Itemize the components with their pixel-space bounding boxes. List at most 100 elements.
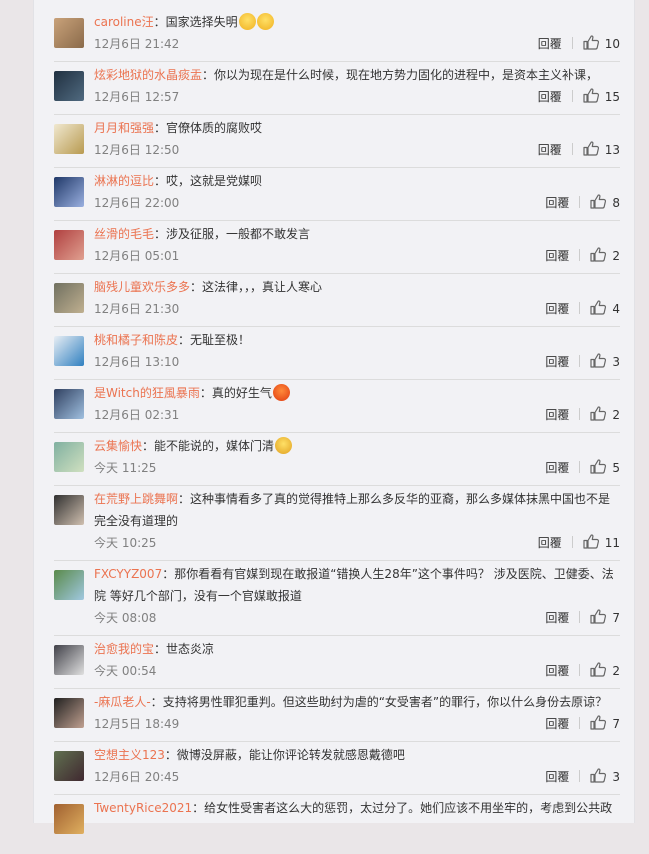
comment-text-line: TwentyRice2021：给女性受害者这么大的惩罚，太过分了。她们应该不用坐… (94, 797, 620, 819)
username-link[interactable]: 治愈我的宝 (94, 642, 154, 656)
like-button[interactable]: 8 (590, 194, 620, 210)
comment-item: 空想主义123：微博没屏蔽，能让你评论转发就感恩戴德吧 12月6日 20:45 回覆… (54, 741, 620, 795)
username-link[interactable]: 云集愉快 (94, 439, 142, 453)
avatar[interactable] (54, 124, 84, 154)
avatar[interactable] (54, 177, 84, 207)
reply-button[interactable]: 回覆 (545, 249, 569, 263)
comment-meta: 12月6日 21:42 回覆 10 (94, 33, 620, 55)
timestamp: 12月5日 18:49 (94, 717, 180, 731)
username-link[interactable]: 丝滑的毛毛 (94, 227, 154, 241)
reply-button[interactable]: 回覆 (545, 611, 569, 625)
colon-separator: ： (202, 68, 215, 82)
colon-separator: ： (150, 695, 163, 709)
action-divider (571, 37, 573, 49)
colon-separator: ： (154, 227, 167, 241)
avatar[interactable] (54, 18, 84, 48)
avatar[interactable] (54, 570, 84, 600)
comment-item: FXCYYZ007：那你看看有官媒到现在敢报道“错换人生28年”这个事件吗？ 涉… (54, 560, 620, 636)
comment-meta: 12月6日 12:50 回覆 13 (94, 139, 620, 161)
like-button[interactable]: 11 (583, 534, 620, 550)
thumbs-up-icon (590, 768, 607, 784)
reply-button[interactable]: 回覆 (545, 770, 569, 784)
comment-text: 支持将男性罪犯重判。但这些助纣为虐的“女受害者”的罪行，你以什么身份去原谅？ (162, 695, 608, 709)
comment-meta: 今天 08:08 回覆 7 (94, 607, 620, 629)
reply-button[interactable]: 回覆 (545, 355, 569, 369)
avatar[interactable] (54, 698, 84, 728)
laugh-emoji (256, 13, 274, 30)
avatar[interactable] (54, 442, 84, 472)
avatar[interactable] (54, 230, 84, 260)
username-link[interactable]: 炫彩地狱的水晶痰盂 (94, 68, 202, 82)
comment-meta: 12月6日 12:57 回覆 15 (94, 86, 620, 108)
cry-emoji (275, 437, 293, 454)
thumbs-up-icon (590, 459, 607, 475)
username-link[interactable]: 桃和橘子和陈皮 (94, 333, 178, 347)
reply-button[interactable]: 回覆 (538, 536, 562, 550)
comment-actions: 回覆 10 (538, 33, 620, 55)
reply-button[interactable]: 回覆 (545, 717, 569, 731)
comment-text: 官僚体质的腐败哎 (166, 121, 263, 135)
like-button[interactable]: 2 (590, 406, 620, 422)
like-button[interactable]: 5 (590, 459, 620, 475)
username-link[interactable]: -麻瓜老人- (94, 695, 151, 709)
avatar[interactable] (54, 645, 84, 675)
username-link[interactable]: 空想主义123 (94, 748, 165, 762)
username-link[interactable]: 月月和强强 (94, 121, 154, 135)
like-button[interactable]: 7 (590, 609, 620, 625)
reply-button[interactable]: 回覆 (545, 408, 569, 422)
avatar[interactable] (54, 389, 84, 419)
timestamp: 今天 00:54 (94, 664, 157, 678)
username-link[interactable]: 脑残儿童欢乐多多 (94, 280, 190, 294)
comment-text: 涉及征服，一般都不敢发言 (166, 227, 311, 241)
thumbs-up-icon (590, 300, 607, 316)
like-button[interactable]: 3 (590, 768, 620, 784)
reply-button[interactable]: 回覆 (538, 90, 562, 104)
reply-button[interactable]: 回覆 (545, 461, 569, 475)
like-button[interactable]: 2 (590, 662, 620, 678)
thumbs-up-icon (590, 194, 607, 210)
comment-text-line: -麻瓜老人-：支持将男性罪犯重判。但这些助纣为虐的“女受害者”的罪行，你以什么身… (94, 691, 620, 713)
like-button[interactable]: 13 (583, 141, 620, 157)
reply-button[interactable]: 回覆 (545, 196, 569, 210)
thumbs-up-icon (583, 141, 599, 157)
username-link[interactable]: 在荒野上跳舞啊 (94, 492, 178, 506)
avatar[interactable] (54, 71, 84, 101)
timestamp: 12月6日 21:30 (94, 302, 180, 316)
like-count: 4 (612, 302, 620, 316)
reply-button[interactable]: 回覆 (545, 664, 569, 678)
colon-separator: ： (190, 280, 203, 294)
username-link[interactable]: 淋淋的逗比 (94, 174, 154, 188)
reply-button[interactable]: 回覆 (538, 143, 562, 157)
reply-button[interactable]: 回覆 (545, 302, 569, 316)
username-link[interactable]: 是Witch的狂風暴雨 (94, 386, 200, 400)
timestamp: 12月6日 05:01 (94, 249, 180, 263)
avatar[interactable] (54, 495, 84, 525)
comment-actions: 回覆 15 (538, 86, 620, 108)
action-divider (579, 611, 581, 623)
comment-item: 月月和强强：官僚体质的腐败哎 12月6日 12:50 回覆 13 (54, 114, 620, 168)
avatar[interactable] (54, 804, 84, 834)
username-link[interactable]: caroline汪 (94, 15, 154, 29)
username-link[interactable]: FXCYYZ007 (94, 567, 162, 581)
like-button[interactable]: 10 (583, 35, 620, 51)
like-count: 3 (612, 770, 620, 784)
like-button[interactable]: 2 (590, 247, 620, 263)
thumbs-up-icon (590, 609, 607, 625)
username-link[interactable]: TwentyRice2021 (94, 801, 192, 815)
avatar[interactable] (54, 751, 84, 781)
action-divider (571, 143, 573, 155)
like-button[interactable]: 7 (590, 715, 620, 731)
avatar[interactable] (54, 336, 84, 366)
like-button[interactable]: 3 (590, 353, 620, 369)
colon-separator: ： (154, 121, 167, 135)
comment-actions: 回覆 4 (545, 298, 620, 320)
timestamp: 今天 11:25 (94, 461, 157, 475)
comment-text-line: 淋淋的逗比：哎，这就是党媒呗 (94, 170, 620, 192)
action-divider (579, 770, 581, 782)
avatar[interactable] (54, 283, 84, 313)
like-count: 7 (612, 611, 620, 625)
like-button[interactable]: 4 (590, 300, 620, 316)
like-button[interactable]: 15 (583, 88, 620, 104)
comment-text: 哎，这就是党媒呗 (166, 174, 263, 188)
reply-button[interactable]: 回覆 (538, 37, 562, 51)
